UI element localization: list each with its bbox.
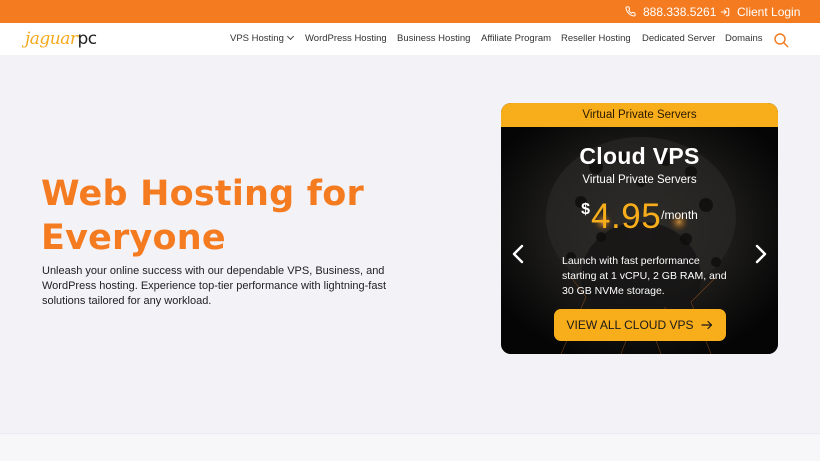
nav-item-vps-hosting[interactable]: VPS Hosting: [230, 32, 294, 45]
nav-item-business-hosting[interactable]: Business Hosting: [397, 33, 470, 45]
login-icon: [720, 7, 730, 16]
nav-label: VPS Hosting: [230, 33, 284, 44]
client-login-label: Client Login: [737, 4, 801, 19]
main-header: jaguar pc VPS Hosting WordPress Hosting B…: [0, 23, 820, 55]
chevron-down-icon: [286, 32, 294, 41]
cta-label: VIEW ALL CLOUD VPS: [566, 318, 694, 332]
nav-item-dedicated-server[interactable]: Dedicated Server: [642, 33, 715, 45]
main-nav: VPS Hosting WordPress Hosting Business H…: [0, 23, 820, 55]
carousel-next-icon[interactable]: [754, 243, 768, 265]
card-body: Cloud VPS Virtual Private Servers $4.95/…: [501, 127, 778, 354]
nav-item-domains[interactable]: Domains: [725, 33, 763, 45]
cloud-vps-card: Virtual Private Servers Cloud VPS Virtua…: [501, 103, 778, 354]
price-amount: 4.95: [591, 197, 662, 236]
hero-title: Web Hosting for Everyone: [41, 174, 364, 258]
carousel-prev-icon[interactable]: [511, 243, 525, 265]
phone-icon: [625, 6, 636, 17]
price-period: /month: [661, 208, 698, 222]
nav-item-wordpress-hosting[interactable]: WordPress Hosting: [305, 33, 387, 45]
top-bar: 888.338.5261 Client Login: [0, 0, 820, 23]
nav-item-reseller-hosting[interactable]: Reseller Hosting: [561, 33, 631, 45]
nav-item-affiliate-program[interactable]: Affiliate Program: [481, 33, 551, 45]
card-description: Launch with fast performance starting at…: [562, 255, 727, 297]
card-title: Cloud VPS: [579, 143, 700, 169]
hero-description: Unleash your online success with our dep…: [42, 265, 387, 307]
arrow-right-icon: [701, 320, 713, 330]
price-currency: $: [581, 201, 591, 218]
card-header: Virtual Private Servers: [501, 103, 778, 127]
phone-number: 888.338.5261: [643, 4, 717, 19]
view-all-cloud-vps-button[interactable]: VIEW ALL CLOUD VPS: [554, 309, 726, 341]
search-icon[interactable]: [773, 32, 789, 48]
next-section-edge: [0, 433, 820, 461]
price-display: $4.95/month: [501, 197, 778, 237]
card-subtitle: Virtual Private Servers: [582, 174, 697, 186]
client-login-link[interactable]: Client Login: [720, 3, 800, 20]
phone-link[interactable]: 888.338.5261: [625, 3, 716, 20]
